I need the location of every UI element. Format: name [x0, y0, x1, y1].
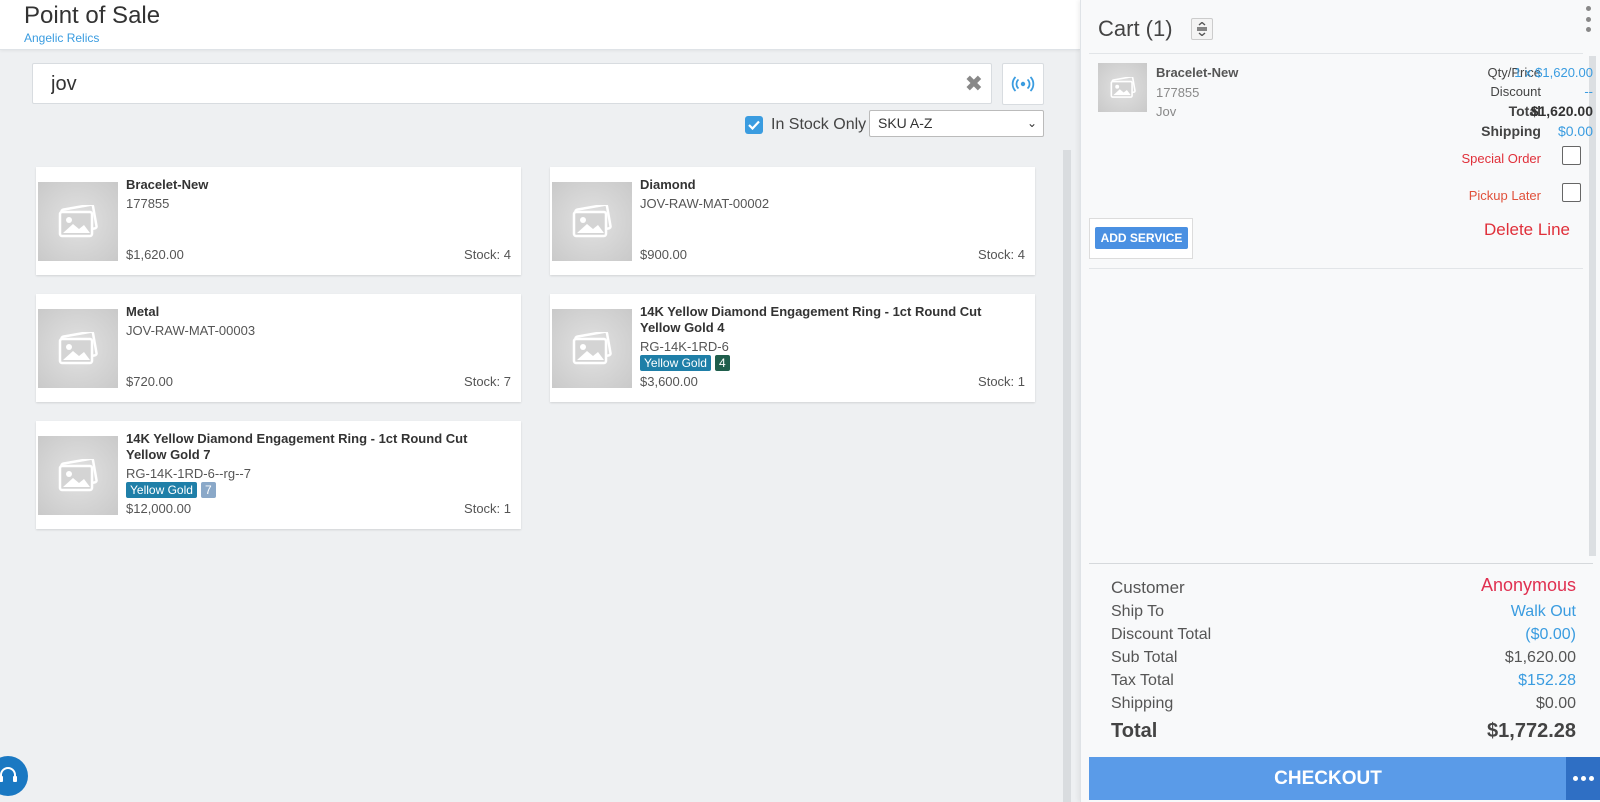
- shipping-total-value: $0.00: [1535, 695, 1576, 712]
- discount-value[interactable]: --: [1473, 84, 1593, 99]
- cart-panel: Cart (1) Bracelet-New 177855 Jov Qty/Pri…: [1080, 0, 1600, 802]
- product-list-scrollbar[interactable]: [1063, 150, 1071, 802]
- product-card[interactable]: Metal JOV-RAW-MAT-00003 $720.00 Stock: 7: [36, 294, 521, 402]
- image-placeholder-icon: [1098, 63, 1147, 112]
- support-chat-icon[interactable]: [0, 756, 28, 796]
- product-name: Metal: [126, 304, 160, 319]
- size-badge: 4: [714, 355, 730, 371]
- ship-to-label: Ship To: [1111, 603, 1165, 620]
- product-stock: Stock: 7: [464, 374, 511, 389]
- divider: [1089, 53, 1583, 54]
- image-placeholder-icon: [552, 182, 632, 261]
- metal-badge: Yellow Gold: [126, 482, 197, 498]
- check-icon: [748, 120, 760, 130]
- chevron-down-icon: ⌄: [1026, 116, 1037, 130]
- product-sku: RG-14K-1RD-6: [640, 339, 729, 354]
- tax-total-value[interactable]: $152.28: [1518, 672, 1576, 690]
- grand-total-value: $1,772.28: [1487, 720, 1576, 742]
- product-name: Bracelet-New: [126, 177, 209, 192]
- special-order-checkbox[interactable]: [1562, 146, 1581, 165]
- line-total-value: $1,620.00: [1530, 103, 1593, 119]
- sub-total-value: $1,620.00: [1504, 649, 1576, 666]
- customer-label: Customer: [1111, 578, 1185, 597]
- ship-to-value[interactable]: Walk Out: [1511, 603, 1576, 621]
- product-price: $720.00: [126, 374, 173, 389]
- product-sku: JOV-RAW-MAT-00003: [126, 323, 256, 338]
- in-stock-label: In Stock Only: [771, 116, 867, 133]
- broadcast-icon: [1011, 76, 1035, 92]
- sort-select[interactable]: SKU A-Z ⌄: [869, 110, 1044, 137]
- collapse-icon[interactable]: [1191, 18, 1213, 40]
- product-card[interactable]: 14K Yellow Diamond Engagement Ring - 1ct…: [36, 421, 521, 529]
- qty-price-value[interactable]: 1 x $1,620.00: [1473, 65, 1593, 80]
- pickup-later-checkbox[interactable]: [1562, 183, 1581, 202]
- product-name: 14K Yellow Diamond Engagement Ring - 1ct…: [126, 431, 468, 462]
- image-placeholder-icon: [38, 309, 118, 388]
- product-stock: Stock: 1: [464, 501, 511, 516]
- product-sku: JOV-RAW-MAT-00002: [640, 196, 770, 211]
- discount-total-value[interactable]: ($0.00): [1525, 626, 1576, 644]
- in-stock-checkbox[interactable]: [745, 116, 763, 134]
- product-name: Diamond: [640, 177, 696, 192]
- grand-total-label: Total: [1111, 720, 1158, 742]
- product-price: $3,600.00: [640, 374, 698, 389]
- delete-line-button[interactable]: Delete Line: [1484, 220, 1570, 240]
- image-placeholder-icon: [38, 436, 118, 515]
- metal-badge: Yellow Gold: [640, 355, 711, 371]
- cart-menu-icon[interactable]: [1584, 6, 1592, 32]
- divider: [1089, 563, 1593, 564]
- special-order-label: Special Order: [1461, 151, 1541, 166]
- line-shipping-value[interactable]: $0.00: [1473, 123, 1593, 139]
- variant-badges: Yellow Gold 7: [126, 482, 216, 498]
- cart-line-name: Bracelet-New: [1156, 65, 1239, 80]
- sort-select-value: SKU A-Z: [878, 115, 933, 131]
- product-sku: RG-14K-1RD-6--rg--7: [126, 466, 251, 481]
- image-placeholder-icon: [552, 309, 632, 388]
- product-sku: 177855: [126, 196, 170, 211]
- pickup-later-label: Pickup Later: [1468, 188, 1541, 203]
- scan-button[interactable]: [1002, 63, 1044, 105]
- search-input[interactable]: [45, 68, 945, 100]
- product-card[interactable]: Diamond JOV-RAW-MAT-00002 $900.00 Stock:…: [550, 167, 1035, 275]
- variant-badges: Yellow Gold 4: [640, 355, 730, 371]
- image-placeholder-icon: [38, 182, 118, 261]
- customer-value[interactable]: Anonymous: [1481, 575, 1576, 596]
- product-search-box: ✖: [32, 63, 992, 104]
- divider: [1089, 268, 1583, 269]
- add-service-container: ADD SERVICE: [1089, 218, 1193, 259]
- more-options-button[interactable]: [1566, 757, 1600, 800]
- checkout-button[interactable]: CHECKOUT: [1089, 757, 1567, 800]
- product-stock: Stock: 1: [978, 374, 1025, 389]
- page-header: Point of Sale Angelic Relics: [0, 0, 1080, 50]
- cart-title: Cart (1): [1098, 16, 1173, 41]
- page-title: Point of Sale: [24, 2, 161, 29]
- product-stock: Stock: 4: [978, 247, 1025, 262]
- product-card[interactable]: Bracelet-New 177855 $1,620.00 Stock: 4: [36, 167, 521, 275]
- cart-line-sku: 177855: [1156, 85, 1200, 100]
- size-badge: 7: [200, 482, 216, 498]
- tax-total-label: Tax Total: [1111, 672, 1174, 689]
- product-name: 14K Yellow Diamond Engagement Ring - 1ct…: [640, 304, 982, 335]
- clear-search-icon[interactable]: ✖: [965, 72, 983, 96]
- cart-line-vendor: Jov: [1156, 104, 1177, 119]
- product-price: $900.00: [640, 247, 687, 262]
- shipping-total-label: Shipping: [1111, 695, 1174, 712]
- product-stock: Stock: 4: [464, 247, 511, 262]
- product-price: $1,620.00: [126, 247, 184, 262]
- store-name-link[interactable]: Angelic Relics: [24, 31, 99, 45]
- sub-total-label: Sub Total: [1111, 649, 1178, 666]
- product-card[interactable]: 14K Yellow Diamond Engagement Ring - 1ct…: [550, 294, 1035, 402]
- discount-total-label: Discount Total: [1111, 626, 1212, 643]
- add-service-button[interactable]: ADD SERVICE: [1095, 227, 1188, 249]
- product-price: $12,000.00: [126, 501, 192, 516]
